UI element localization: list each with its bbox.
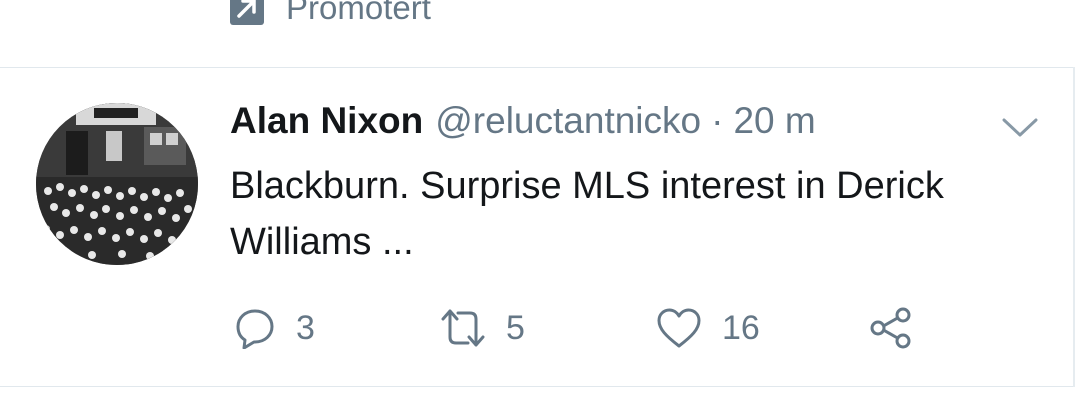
retweet-count: 5 bbox=[506, 308, 525, 347]
reply-button[interactable]: 3 bbox=[234, 303, 315, 353]
avatar[interactable] bbox=[36, 103, 198, 265]
tweet-header: Alan Nixon @reluctantnicko · 20 m bbox=[230, 100, 816, 146]
like-count: 16 bbox=[722, 308, 760, 347]
timestamp[interactable]: 20 m bbox=[733, 100, 815, 142]
like-button[interactable]: 16 bbox=[656, 303, 760, 353]
share-button[interactable] bbox=[868, 303, 914, 353]
promoted-text: Promotert bbox=[286, 0, 431, 26]
retweet-button[interactable]: 5 bbox=[440, 303, 525, 353]
promoted-arrow-icon bbox=[230, 0, 264, 25]
author-handle[interactable]: @reluctantnicko bbox=[435, 100, 701, 142]
header-separator: · bbox=[711, 100, 724, 141]
tweet-text: Blackburn. Surprise MLS interest in Deri… bbox=[230, 165, 944, 263]
divider bbox=[0, 67, 1075, 68]
chevron-down-icon[interactable] bbox=[1000, 115, 1040, 139]
share-icon bbox=[868, 305, 914, 351]
author-name[interactable]: Alan Nixon bbox=[230, 100, 423, 142]
reply-icon bbox=[234, 307, 276, 349]
promoted-label: Promotert bbox=[230, 0, 431, 28]
heart-icon bbox=[656, 307, 702, 349]
reply-count: 3 bbox=[296, 308, 315, 347]
divider bbox=[0, 386, 1075, 387]
retweet-icon bbox=[440, 307, 486, 349]
